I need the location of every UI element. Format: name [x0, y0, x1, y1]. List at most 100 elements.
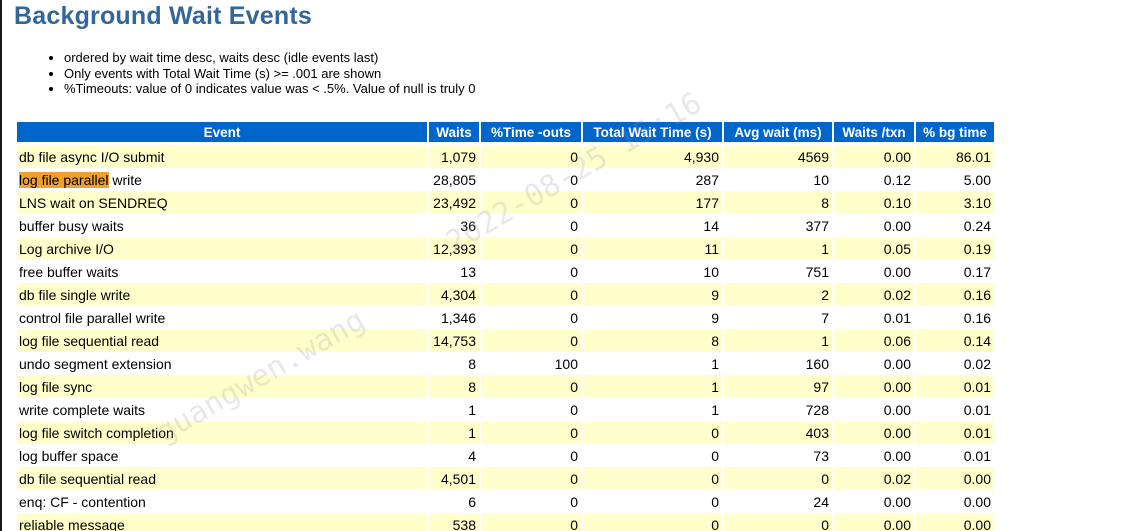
cell-bg-time: 0.01 — [916, 375, 994, 398]
cell-waits-per-txn: 0.00 — [834, 375, 914, 398]
cell-bg-time: 0.02 — [916, 352, 994, 375]
cell-event: log file parallel write — [17, 168, 427, 191]
table-row: log buffer space 4 0 0 73 0.00 0.01 — [17, 444, 994, 467]
cell-waits-per-txn: 0.00 — [834, 145, 914, 168]
cell-timeouts: 0 — [481, 191, 581, 214]
cell-timeouts: 0 — [481, 467, 581, 490]
cell-bg-time: 0.16 — [916, 306, 994, 329]
cell-waits-per-txn: 0.00 — [834, 513, 914, 531]
cell-total-wait-time: 1 — [583, 352, 722, 375]
cell-avg-wait: 1 — [724, 329, 832, 352]
cell-waits: 1,346 — [429, 306, 479, 329]
cell-total-wait-time: 0 — [583, 421, 722, 444]
cell-total-wait-time: 0 — [583, 513, 722, 531]
cell-waits: 1 — [429, 398, 479, 421]
cell-waits: 4 — [429, 444, 479, 467]
table-row: log file switch completion 1 0 0 403 0.00 0.01 — [17, 421, 994, 444]
cell-waits: 1,079 — [429, 145, 479, 168]
cell-timeouts: 0 — [481, 260, 581, 283]
cell-waits: 8 — [429, 375, 479, 398]
cell-waits: 14,753 — [429, 329, 479, 352]
cell-total-wait-time: 4,930 — [583, 145, 722, 168]
notes-list: ordered by wait time desc, waits desc (i… — [46, 50, 476, 97]
cell-bg-time: 0.24 — [916, 214, 994, 237]
cell-bg-time: 3.10 — [916, 191, 994, 214]
table-row: Log archive I/O 12,393 0 11 1 0.05 0.19 — [17, 237, 994, 260]
note-item: Only events with Total Wait Time (s) >= … — [64, 66, 476, 82]
column-header-bg-time: % bg time — [916, 122, 994, 145]
table-row: db file async I/O submit 1,079 0 4,930 4569 0… — [17, 145, 994, 168]
cell-waits-per-txn: 0.00 — [834, 444, 914, 467]
table-row: undo segment extension 8 100 1 160 0.00 0.02 — [17, 352, 994, 375]
cell-avg-wait: 728 — [724, 398, 832, 421]
cell-timeouts: 0 — [481, 513, 581, 531]
cell-avg-wait: 0 — [724, 467, 832, 490]
cell-waits-per-txn: 0.00 — [834, 260, 914, 283]
cell-event: db file async I/O submit — [17, 145, 427, 168]
cell-total-wait-time: 9 — [583, 283, 722, 306]
cell-avg-wait: 24 — [724, 490, 832, 513]
cell-total-wait-time: 0 — [583, 444, 722, 467]
cell-timeouts: 100 — [481, 352, 581, 375]
cell-timeouts: 0 — [481, 329, 581, 352]
cell-waits-per-txn: 0.12 — [834, 168, 914, 191]
cell-event: db file sequential read — [17, 467, 427, 490]
report-page: Background Wait Events ordered by wait t… — [0, 0, 1122, 531]
cell-bg-time: 0.14 — [916, 329, 994, 352]
cell-total-wait-time: 10 — [583, 260, 722, 283]
cell-total-wait-time: 11 — [583, 237, 722, 260]
cell-bg-time: 0.00 — [916, 490, 994, 513]
cell-bg-time: 0.01 — [916, 421, 994, 444]
cell-timeouts: 0 — [481, 306, 581, 329]
cell-timeouts: 0 — [481, 444, 581, 467]
table-row: LNS wait on SENDREQ 23,492 0 177 8 0.10 3.10 — [17, 191, 994, 214]
cell-avg-wait: 2 — [724, 283, 832, 306]
cell-avg-wait: 8 — [724, 191, 832, 214]
cell-waits-per-txn: 0.10 — [834, 191, 914, 214]
cell-waits-per-txn: 0.06 — [834, 329, 914, 352]
column-header-event: Event — [17, 122, 427, 145]
cell-total-wait-time: 0 — [583, 490, 722, 513]
cell-bg-time: 0.00 — [916, 513, 994, 531]
cell-timeouts: 0 — [481, 490, 581, 513]
column-header-avg-wait: Avg wait (ms) — [724, 122, 832, 145]
cell-avg-wait: 7 — [724, 306, 832, 329]
cell-bg-time: 0.00 — [916, 467, 994, 490]
table-row: db file sequential read 4,501 0 0 0 0.02 0.00 — [17, 467, 994, 490]
cell-total-wait-time: 9 — [583, 306, 722, 329]
cell-avg-wait: 160 — [724, 352, 832, 375]
cell-avg-wait: 403 — [724, 421, 832, 444]
note-item: %Timeouts: value of 0 indicates value wa… — [64, 81, 476, 97]
cell-waits-per-txn: 0.02 — [834, 283, 914, 306]
table-row: write complete waits 1 0 1 728 0.00 0.01 — [17, 398, 994, 421]
note-item: ordered by wait time desc, waits desc (i… — [64, 50, 476, 66]
cell-bg-time: 0.17 — [916, 260, 994, 283]
table-row: enq: CF - contention 6 0 0 24 0.00 0.00 — [17, 490, 994, 513]
column-header-waits: Waits — [429, 122, 479, 145]
cell-event: Log archive I/O — [17, 237, 427, 260]
cell-event: free buffer waits — [17, 260, 427, 283]
cell-waits-per-txn: 0.00 — [834, 214, 914, 237]
cell-waits-per-txn: 0.00 — [834, 490, 914, 513]
cell-event: enq: CF - contention — [17, 490, 427, 513]
cell-avg-wait: 4569 — [724, 145, 832, 168]
cell-event: db file single write — [17, 283, 427, 306]
cell-total-wait-time: 1 — [583, 398, 722, 421]
cell-text: write — [108, 171, 142, 188]
cell-timeouts: 0 — [481, 398, 581, 421]
cell-event: log file switch completion — [17, 421, 427, 444]
cell-timeouts: 0 — [481, 375, 581, 398]
cell-total-wait-time: 287 — [583, 168, 722, 191]
cell-total-wait-time: 0 — [583, 467, 722, 490]
table-body: db file async I/O submit 1,079 0 4,930 4569 0… — [17, 145, 994, 531]
cell-timeouts: 0 — [481, 145, 581, 168]
cell-event: reliable message — [17, 513, 427, 531]
table-row: buffer busy waits 36 0 14 377 0.00 0.24 — [17, 214, 994, 237]
column-header-total-wait-time: Total Wait Time (s) — [583, 122, 722, 145]
cell-event: buffer busy waits — [17, 214, 427, 237]
left-border — [0, 0, 2, 531]
cell-total-wait-time: 8 — [583, 329, 722, 352]
table-header-row: Event Waits %Time -outs Total Wait Time … — [17, 122, 994, 145]
cell-event: log file sync — [17, 375, 427, 398]
cell-waits: 13 — [429, 260, 479, 283]
